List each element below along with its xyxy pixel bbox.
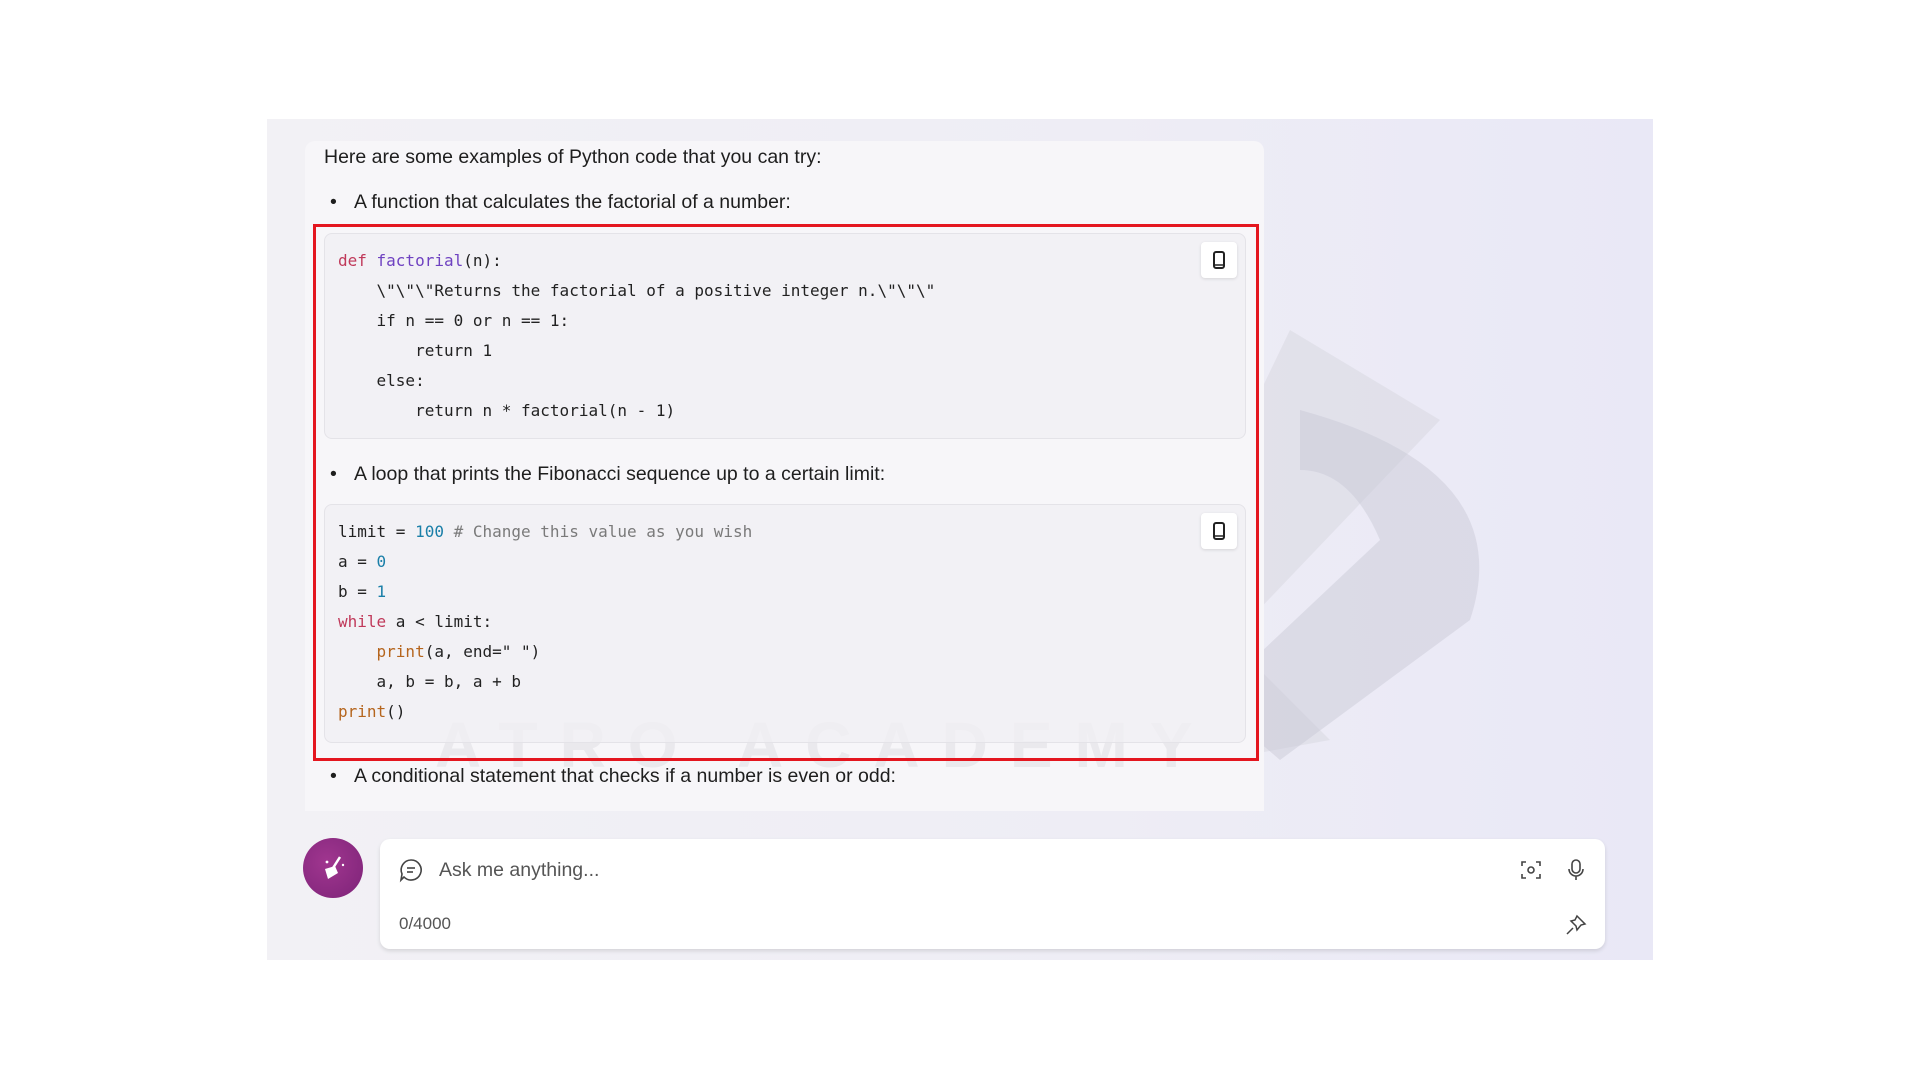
new-topic-button[interactable]	[303, 838, 363, 898]
bullet-text: A conditional statement that checks if a…	[354, 765, 896, 787]
visual-search-icon[interactable]	[1517, 856, 1545, 884]
microphone-icon[interactable]	[1562, 856, 1590, 884]
pin-icon[interactable]	[1562, 911, 1590, 939]
chat-input[interactable]: Ask me anything...	[439, 859, 599, 882]
character-counter: 0/4000	[399, 914, 451, 933]
intro-text: Here are some examples of Python code th…	[324, 146, 822, 168]
bullet-text: A function that calculates the factorial…	[354, 191, 791, 213]
chat-bubble-icon	[397, 856, 425, 884]
highlight-box	[313, 224, 1259, 761]
chat-input-box[interactable]: Ask me anything... 0/4000	[380, 839, 1605, 949]
bullet-item: A function that calculates the factorial…	[330, 191, 791, 214]
bullet-item: A conditional statement that checks if a…	[330, 765, 896, 788]
new-topic-broom-icon	[325, 856, 345, 879]
scrollbar[interactable]	[1913, 279, 1917, 719]
